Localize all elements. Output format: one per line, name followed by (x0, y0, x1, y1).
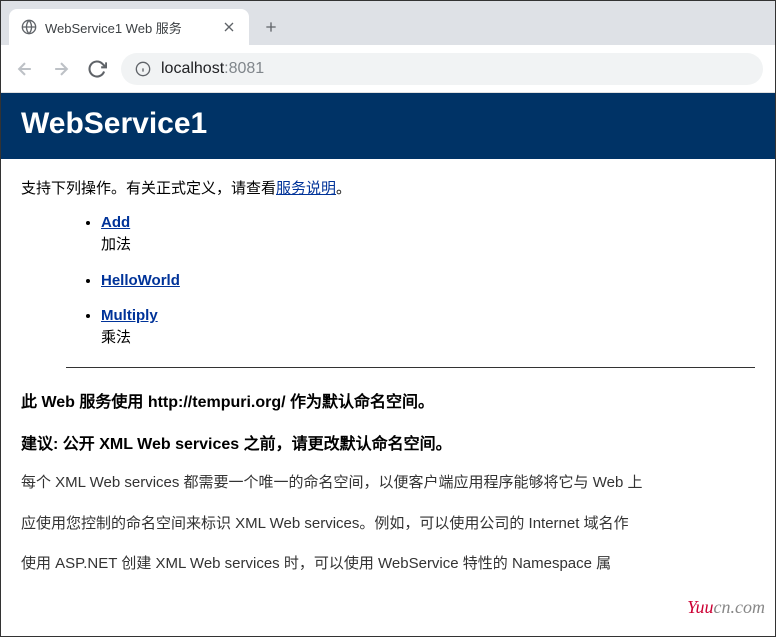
tab-title: WebService1 Web 服务 (45, 18, 213, 37)
close-icon[interactable] (221, 19, 237, 35)
page-header: WebService1 (1, 93, 775, 159)
watermark: Yuucn.com (687, 597, 765, 618)
page-title: WebService1 (21, 107, 755, 141)
list-item: Add 加法 (101, 214, 755, 254)
globe-icon (21, 19, 37, 35)
info-icon (135, 61, 151, 77)
service-description-link[interactable]: 服务说明 (276, 180, 336, 197)
operation-desc: 加法 (101, 233, 755, 254)
namespace-para: 使用 ASP.NET 创建 XML Web services 时，可以使用 We… (21, 553, 755, 576)
new-tab-button[interactable] (257, 13, 285, 41)
operations-list: Add 加法 HelloWorld Multiply 乘法 (101, 214, 755, 347)
namespace-para: 每个 XML Web services 都需要一个唯一的命名空间，以便客户端应用… (21, 472, 755, 495)
address-bar: localhost:8081 (1, 45, 775, 93)
page-content: 支持下列操作。有关正式定义，请查看服务说明。 Add 加法 HelloWorld… (1, 159, 775, 612)
operation-link-add[interactable]: Add (101, 214, 130, 231)
browser-tab-bar: WebService1 Web 服务 (1, 1, 775, 45)
intro-text: 支持下列操作。有关正式定义，请查看服务说明。 (21, 177, 755, 198)
forward-button[interactable] (49, 57, 73, 81)
namespace-para: 应使用您控制的命名空间来标识 XML Web services。例如，可以使用公… (21, 513, 755, 536)
url-text: localhost:8081 (161, 60, 264, 78)
operation-link-multiply[interactable]: Multiply (101, 307, 158, 324)
back-button[interactable] (13, 57, 37, 81)
divider (66, 367, 755, 368)
list-item: Multiply 乘法 (101, 307, 755, 347)
operation-link-helloworld[interactable]: HelloWorld (101, 272, 180, 289)
operation-desc: 乘法 (101, 326, 755, 347)
browser-tab[interactable]: WebService1 Web 服务 (9, 9, 249, 45)
namespace-suggestion: 建议: 公开 XML Web services 之前，请更改默认命名空间。 (21, 430, 755, 454)
reload-button[interactable] (85, 57, 109, 81)
namespace-notice: 此 Web 服务使用 http://tempuri.org/ 作为默认命名空间。 (21, 388, 755, 412)
list-item: HelloWorld (101, 272, 755, 289)
url-input[interactable]: localhost:8081 (121, 53, 763, 85)
